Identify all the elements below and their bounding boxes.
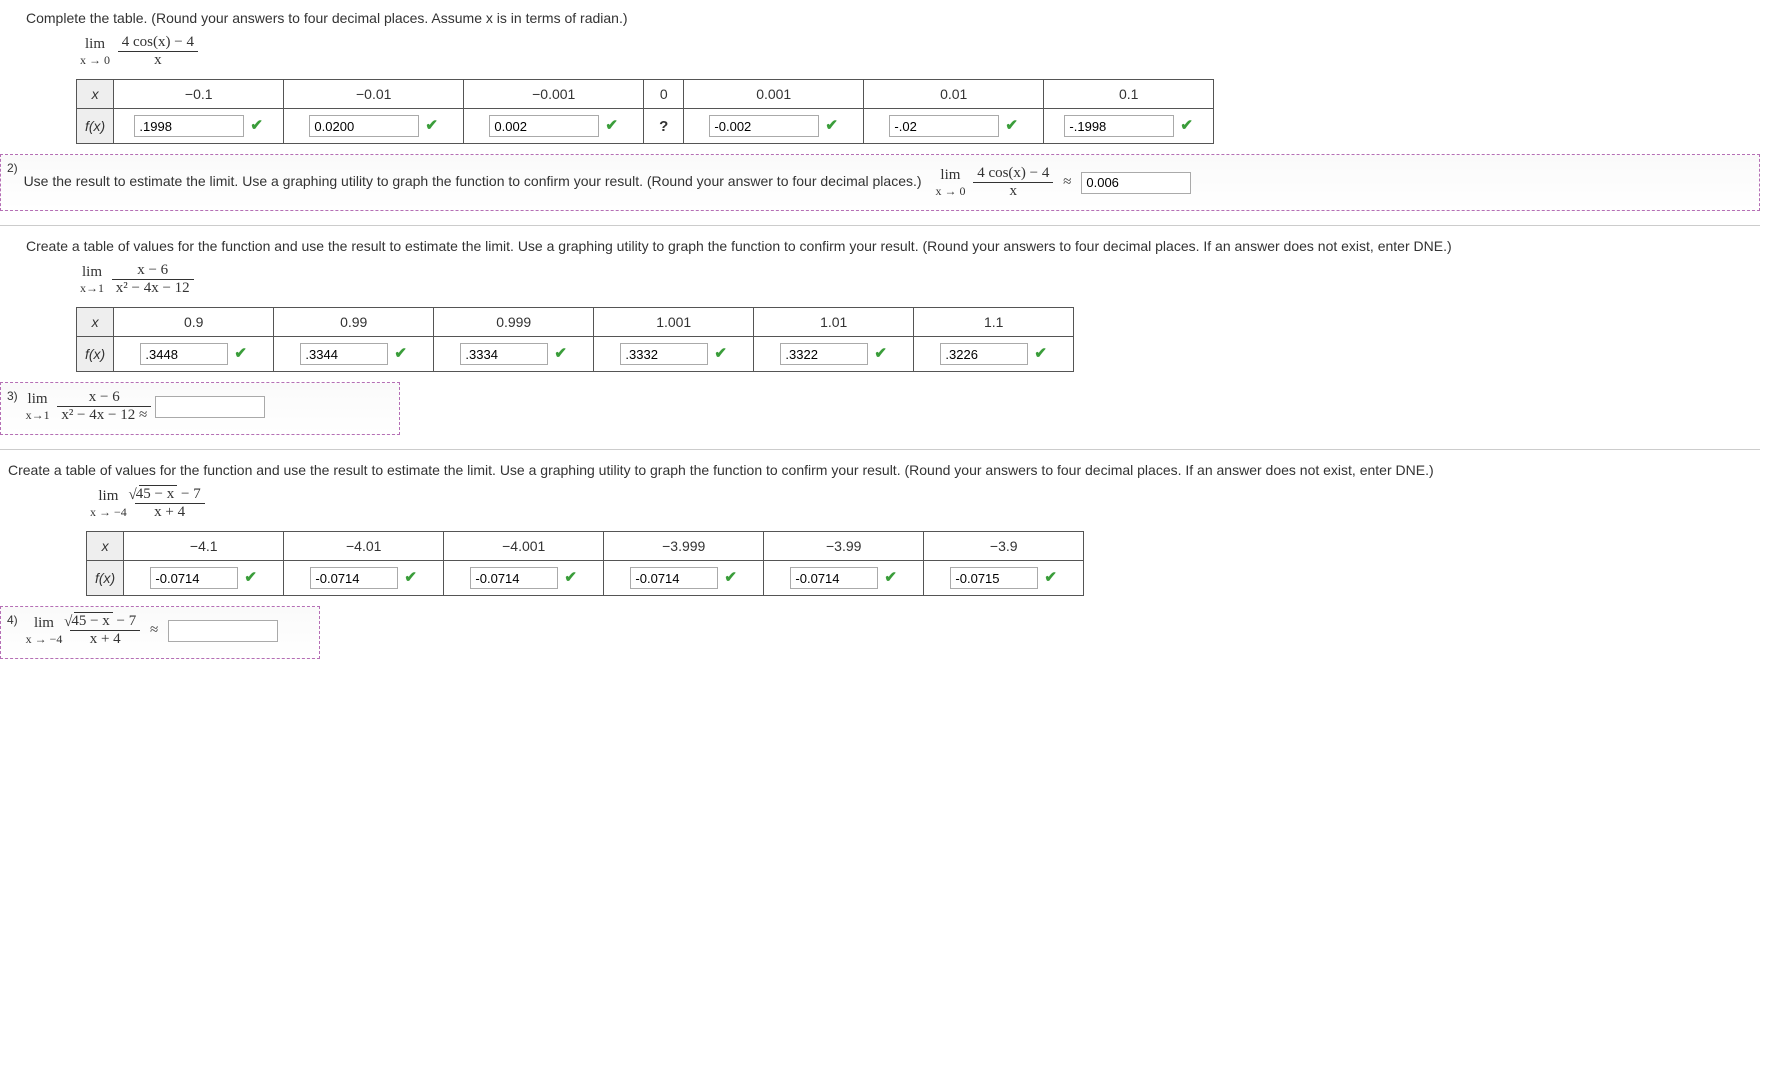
fx-input[interactable] xyxy=(790,567,878,589)
q1-formula: limx → 0 4 cos(x) − 4x xyxy=(80,34,1760,69)
check-icon: ✔ xyxy=(605,116,618,134)
x-header: x xyxy=(77,308,114,337)
fx-input[interactable] xyxy=(889,115,999,137)
x-col: 1.001 xyxy=(594,308,754,337)
x-col: −4.01 xyxy=(284,532,444,561)
x-col: 0.99 xyxy=(274,308,434,337)
fx-input[interactable] xyxy=(1064,115,1174,137)
q3-ans-formula: limx→1 x − 6x² − 4x − 12 ≈ xyxy=(26,389,152,424)
q3-number: 3) xyxy=(7,389,18,403)
x-col: 0 xyxy=(644,80,684,109)
q4-number: 4) xyxy=(7,613,18,627)
fx-input[interactable] xyxy=(140,343,228,365)
q4-formula: limx → −4 45 − x − 7x + 4 xyxy=(90,486,1760,521)
x-col: −3.999 xyxy=(604,532,764,561)
check-icon: ✔ xyxy=(394,344,407,362)
check-icon: ✔ xyxy=(714,344,727,362)
q4-table: x −4.1 −4.01 −4.001 −3.999 −3.99 −3.9 f(… xyxy=(86,531,1084,596)
q3-prompt: Create a table of values for the functio… xyxy=(26,238,1760,254)
divider xyxy=(0,225,1760,226)
fx-input[interactable] xyxy=(940,343,1028,365)
x-col: 1.1 xyxy=(914,308,1074,337)
x-col: 0.999 xyxy=(434,308,594,337)
x-col: −4.1 xyxy=(124,532,284,561)
center-qmark: ? xyxy=(659,118,668,135)
x-header: x xyxy=(87,532,124,561)
check-icon: ✔ xyxy=(404,568,417,586)
x-header: x xyxy=(77,80,114,109)
fx-input[interactable] xyxy=(630,567,718,589)
x-col: −0.001 xyxy=(464,80,644,109)
q4-prompt: Create a table of values for the functio… xyxy=(8,462,1760,478)
fx-input[interactable] xyxy=(709,115,819,137)
x-col: −0.01 xyxy=(284,80,464,109)
fx-input[interactable] xyxy=(309,115,419,137)
check-icon: ✔ xyxy=(564,568,577,586)
q2-prompt: Use the result to estimate the limit. Us… xyxy=(24,173,922,189)
q4-answer-input[interactable] xyxy=(168,620,278,642)
check-icon: ✔ xyxy=(1044,568,1057,586)
fx-input[interactable] xyxy=(310,567,398,589)
x-col: −3.9 xyxy=(924,532,1084,561)
q3-table: x 0.9 0.99 0.999 1.001 1.01 1.1 f(x) ✔ ✔… xyxy=(76,307,1074,372)
check-icon: ✔ xyxy=(425,116,438,134)
q2-answer-input[interactable] xyxy=(1081,172,1191,194)
q2-formula: limx → 0 4 cos(x) − 4x ≈ xyxy=(935,165,1077,200)
x-col: 0.9 xyxy=(114,308,274,337)
check-icon: ✔ xyxy=(884,568,897,586)
fx-input[interactable] xyxy=(489,115,599,137)
fx-header: f(x) xyxy=(77,337,114,372)
x-col: −3.99 xyxy=(764,532,924,561)
x-col: −0.1 xyxy=(114,80,284,109)
check-icon: ✔ xyxy=(234,344,247,362)
q1-prompt: Complete the table. (Round your answers … xyxy=(26,10,1760,26)
q3-box: 3) limx→1 x − 6x² − 4x − 12 ≈ xyxy=(0,382,400,435)
fx-input[interactable] xyxy=(460,343,548,365)
check-icon: ✔ xyxy=(874,344,887,362)
x-col: 1.01 xyxy=(754,308,914,337)
x-col: 0.1 xyxy=(1044,80,1214,109)
check-icon: ✔ xyxy=(724,568,737,586)
q2-box: 2) Use the result to estimate the limit.… xyxy=(0,154,1760,211)
q1-table: x −0.1 −0.01 −0.001 0 0.001 0.01 0.1 f(x… xyxy=(76,79,1214,144)
divider xyxy=(0,449,1760,450)
fx-input[interactable] xyxy=(950,567,1038,589)
fx-input[interactable] xyxy=(134,115,244,137)
x-col: −4.001 xyxy=(444,532,604,561)
fx-header: f(x) xyxy=(87,561,124,596)
check-icon: ✔ xyxy=(1180,116,1193,134)
check-icon: ✔ xyxy=(250,116,263,134)
q4-ans-formula: limx → −4 45 − x − 7x + 4 ≈ xyxy=(26,613,165,648)
q3-answer-input[interactable] xyxy=(155,396,265,418)
fx-input[interactable] xyxy=(780,343,868,365)
fx-header: f(x) xyxy=(77,109,114,144)
x-col: 0.01 xyxy=(864,80,1044,109)
check-icon: ✔ xyxy=(554,344,567,362)
fx-input[interactable] xyxy=(620,343,708,365)
q2-number: 2) xyxy=(7,161,18,175)
q3-formula: limx→1 x − 6x² − 4x − 12 xyxy=(80,262,1760,297)
fx-input[interactable] xyxy=(300,343,388,365)
fx-input[interactable] xyxy=(150,567,238,589)
fx-input[interactable] xyxy=(470,567,558,589)
check-icon: ✔ xyxy=(825,116,838,134)
check-icon: ✔ xyxy=(244,568,257,586)
x-col: 0.001 xyxy=(684,80,864,109)
q4-box: 4) limx → −4 45 − x − 7x + 4 ≈ xyxy=(0,606,320,659)
check-icon: ✔ xyxy=(1034,344,1047,362)
check-icon: ✔ xyxy=(1005,116,1018,134)
